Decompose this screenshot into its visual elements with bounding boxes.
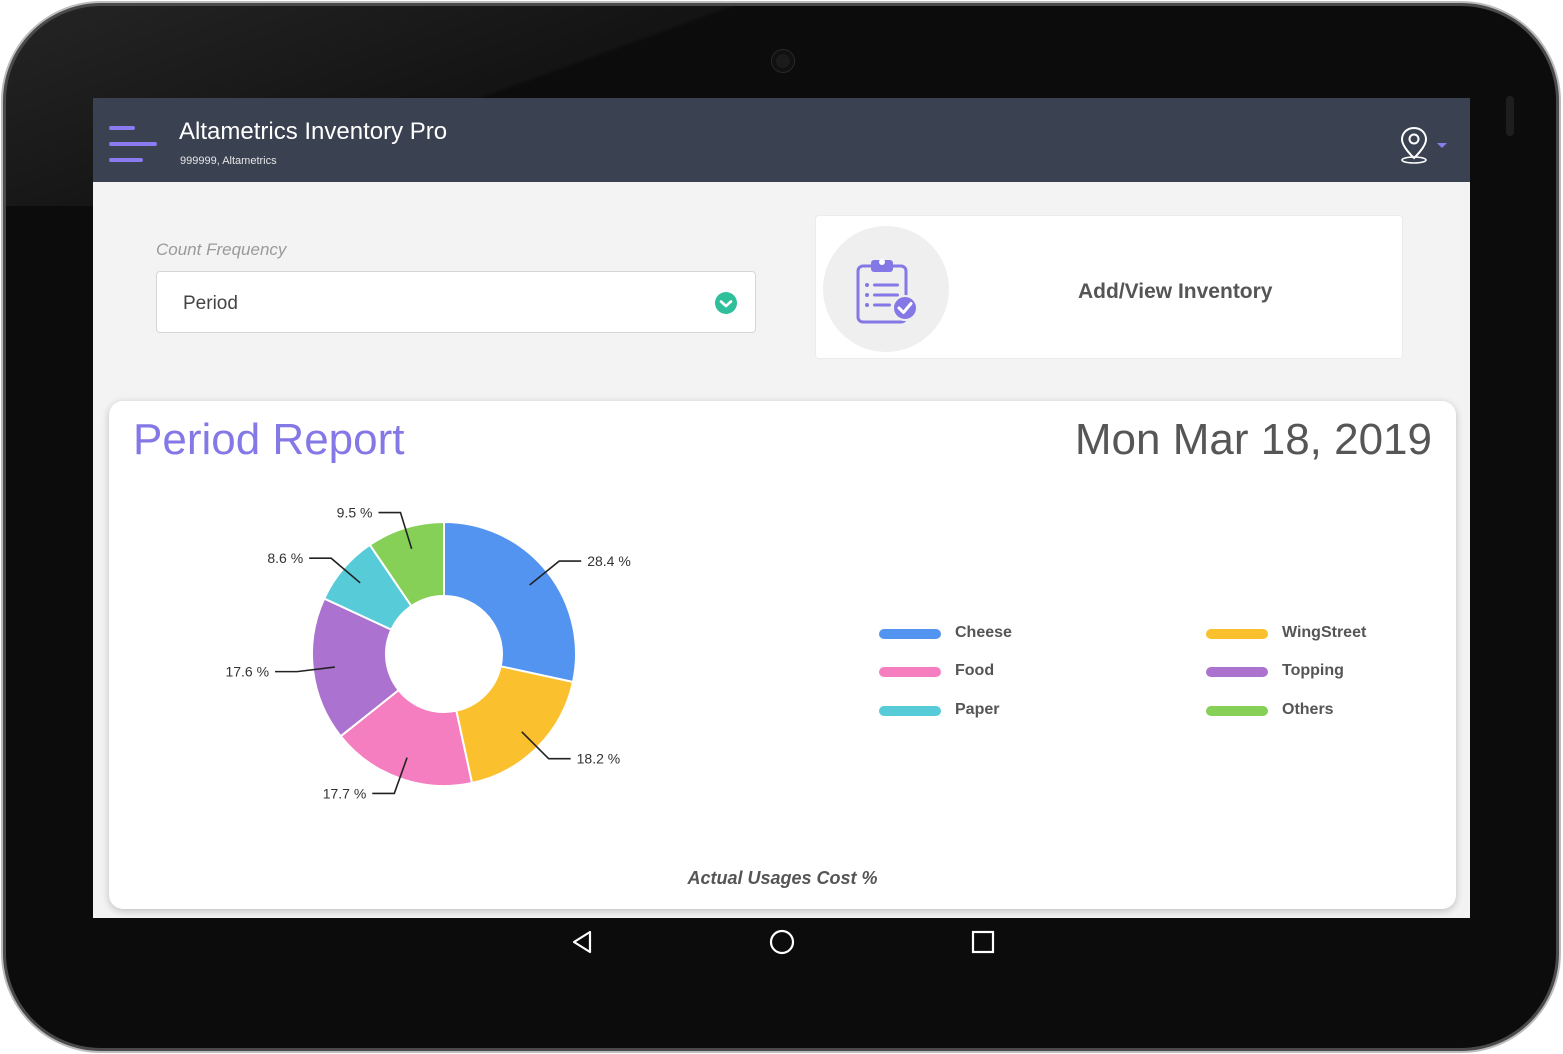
tablet-frame: Altametrics Inventory Pro 999999, Altame… [6, 6, 1556, 1048]
clipboard-check-icon [856, 259, 918, 324]
legend-swatch [879, 706, 941, 716]
donut-slice-wingstreet[interactable] [455, 665, 575, 785]
period-report-card: Period Report Mon Mar 18, 2019 28.4 % 18.… [109, 401, 1456, 909]
count-frequency-label: Count Frequency [156, 240, 287, 259]
menu-icon[interactable] [109, 126, 157, 162]
add-view-inventory-label: Add/View Inventory [1078, 280, 1273, 303]
side-button [1506, 96, 1514, 136]
app-subtitle: 999999, Altametrics [180, 155, 277, 167]
legend-swatch [1206, 667, 1268, 677]
legend-label: Cheese [955, 624, 1012, 641]
legend-swatch [1206, 706, 1268, 716]
donut-slice-cheese[interactable] [443, 520, 577, 684]
data-label-topping: 17.6 % [225, 664, 269, 680]
legend-label: Paper [955, 701, 1000, 718]
legend-label: Food [955, 662, 995, 679]
legend-swatch [1206, 629, 1268, 639]
data-label-paper: 8.6 % [267, 550, 303, 566]
usage-cost-donut-chart: 28.4 % 18.2 % 17.7 % 17.6 % 8.6 % 9.5 % [225, 505, 631, 802]
data-label-others: 9.5 % [337, 505, 373, 521]
location-pin-icon[interactable] [1400, 126, 1450, 166]
legend-swatch [879, 629, 941, 639]
chart-caption: Actual Usages Cost % [687, 868, 878, 888]
add-view-inventory-button[interactable]: Add/View Inventory [815, 215, 1403, 359]
data-label-cheese: 28.4 % [587, 553, 631, 569]
data-label-wingstreet: 18.2 % [577, 751, 621, 767]
app-bar: Altametrics Inventory Pro 999999, Altame… [93, 98, 1470, 182]
count-frequency-select[interactable]: Period [156, 271, 756, 333]
legend-label: Others [1282, 701, 1334, 718]
home-icon[interactable] [768, 928, 796, 956]
recent-apps-icon[interactable] [969, 928, 997, 956]
back-icon[interactable] [569, 928, 597, 956]
legend-swatch [879, 667, 941, 677]
count-frequency-value: Period [183, 293, 238, 314]
inventory-icon-circle [823, 226, 949, 352]
data-label-food: 17.7 % [323, 785, 367, 801]
app-screen: Altametrics Inventory Pro 999999, Altame… [93, 98, 1470, 962]
dropdown-check-icon [715, 292, 737, 314]
android-nav-bar [93, 918, 1470, 962]
report-date: Mon Mar 18, 2019 [1074, 415, 1432, 464]
legend-label: Topping [1282, 662, 1344, 679]
app-title: Altametrics Inventory Pro [179, 118, 448, 145]
camera-icon [772, 50, 794, 72]
legend-label: WingStreet [1282, 624, 1367, 641]
